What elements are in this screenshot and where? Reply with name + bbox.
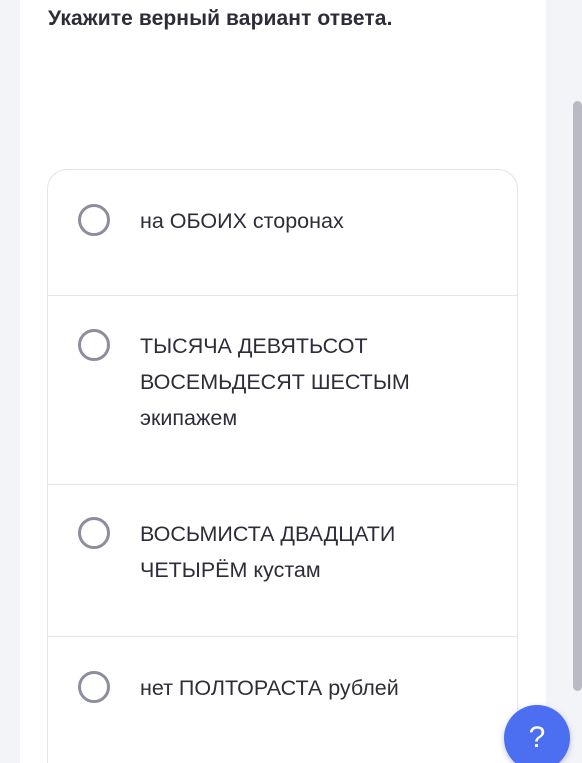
page: Укажите верный вариант ответа. на ОБОИХ … (0, 0, 582, 763)
radio-button-icon[interactable] (78, 204, 110, 236)
answer-option-label: на ОБОИХ сторонах (140, 209, 344, 233)
answer-option-3[interactable]: ВОСЬМИСТА ДВАДЦАТИ ЧЕТЫРЁМ кустам (48, 484, 517, 637)
answer-option-2[interactable]: ТЫСЯЧА ДЕВЯТЬСОТ ВОСЕМЬДЕСЯТ ШЕСТЫМ экип… (48, 295, 517, 485)
question-mark-icon: ? (528, 721, 546, 754)
radio-button-icon[interactable] (78, 671, 110, 703)
answer-option-label: нет ПОЛТОРАСТА рублей (140, 676, 399, 700)
question-title: Укажите верный вариант ответа. (48, 7, 393, 30)
radio-button-icon[interactable] (78, 329, 110, 361)
answer-option-label: ВОСЬМИСТА ДВАДЦАТИ ЧЕТЫРЁМ кустам (140, 522, 396, 582)
answer-option-1[interactable]: на ОБОИХ сторонах (48, 170, 517, 296)
answer-option-4[interactable]: нет ПОЛТОРАСТА рублей (48, 636, 517, 763)
answer-options-list: на ОБОИХ сторонах ТЫСЯЧА ДЕВЯТЬСОТ ВОСЕМ… (47, 169, 518, 763)
radio-button-icon[interactable] (78, 517, 110, 549)
help-button[interactable]: ? (504, 705, 570, 763)
scrollbar[interactable] (573, 101, 582, 691)
answer-option-label: ТЫСЯЧА ДЕВЯТЬСОТ ВОСЕМЬДЕСЯТ ШЕСТЫМ экип… (140, 334, 410, 430)
